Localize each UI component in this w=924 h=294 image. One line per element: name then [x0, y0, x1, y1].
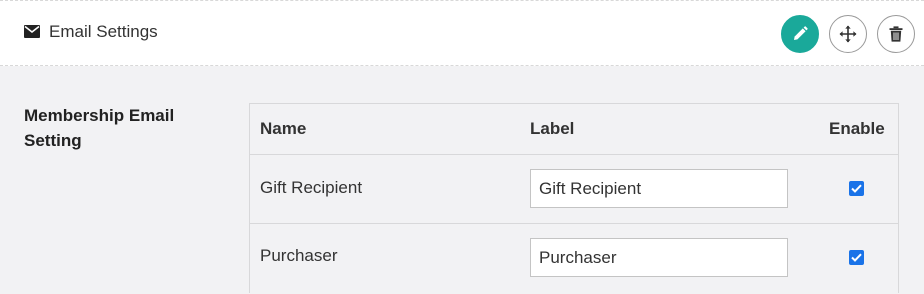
- move-arrows-icon: [839, 25, 857, 43]
- move-button[interactable]: [829, 15, 867, 53]
- delete-button[interactable]: [877, 15, 915, 53]
- column-header-name: Name: [260, 119, 307, 138]
- label-input[interactable]: [530, 238, 788, 277]
- column-header-enable: Enable: [829, 119, 885, 138]
- envelope-icon: [24, 25, 40, 38]
- section-label: Membership Email Setting: [24, 106, 175, 150]
- panel-title: Email Settings: [49, 22, 158, 41]
- pencil-icon: [794, 26, 808, 40]
- column-header-label: Label: [530, 119, 575, 138]
- table-row: Gift Recipient: [250, 155, 898, 224]
- table-row: Purchaser: [250, 224, 898, 294]
- row-name: Purchaser: [260, 246, 338, 265]
- enable-checkbox[interactable]: [849, 181, 864, 196]
- label-input[interactable]: [530, 169, 788, 208]
- trash-icon: [889, 26, 903, 42]
- edit-button[interactable]: [781, 15, 819, 53]
- row-name: Gift Recipient: [260, 178, 363, 197]
- email-settings-table: Name Label Enable Gift Recipient Purchas…: [249, 103, 899, 293]
- enable-checkbox[interactable]: [849, 250, 864, 265]
- panel-header: Email Settings: [0, 0, 924, 66]
- table-header-row: Name Label Enable: [250, 104, 898, 155]
- checkmark-icon: [851, 184, 862, 193]
- checkmark-icon: [851, 253, 862, 262]
